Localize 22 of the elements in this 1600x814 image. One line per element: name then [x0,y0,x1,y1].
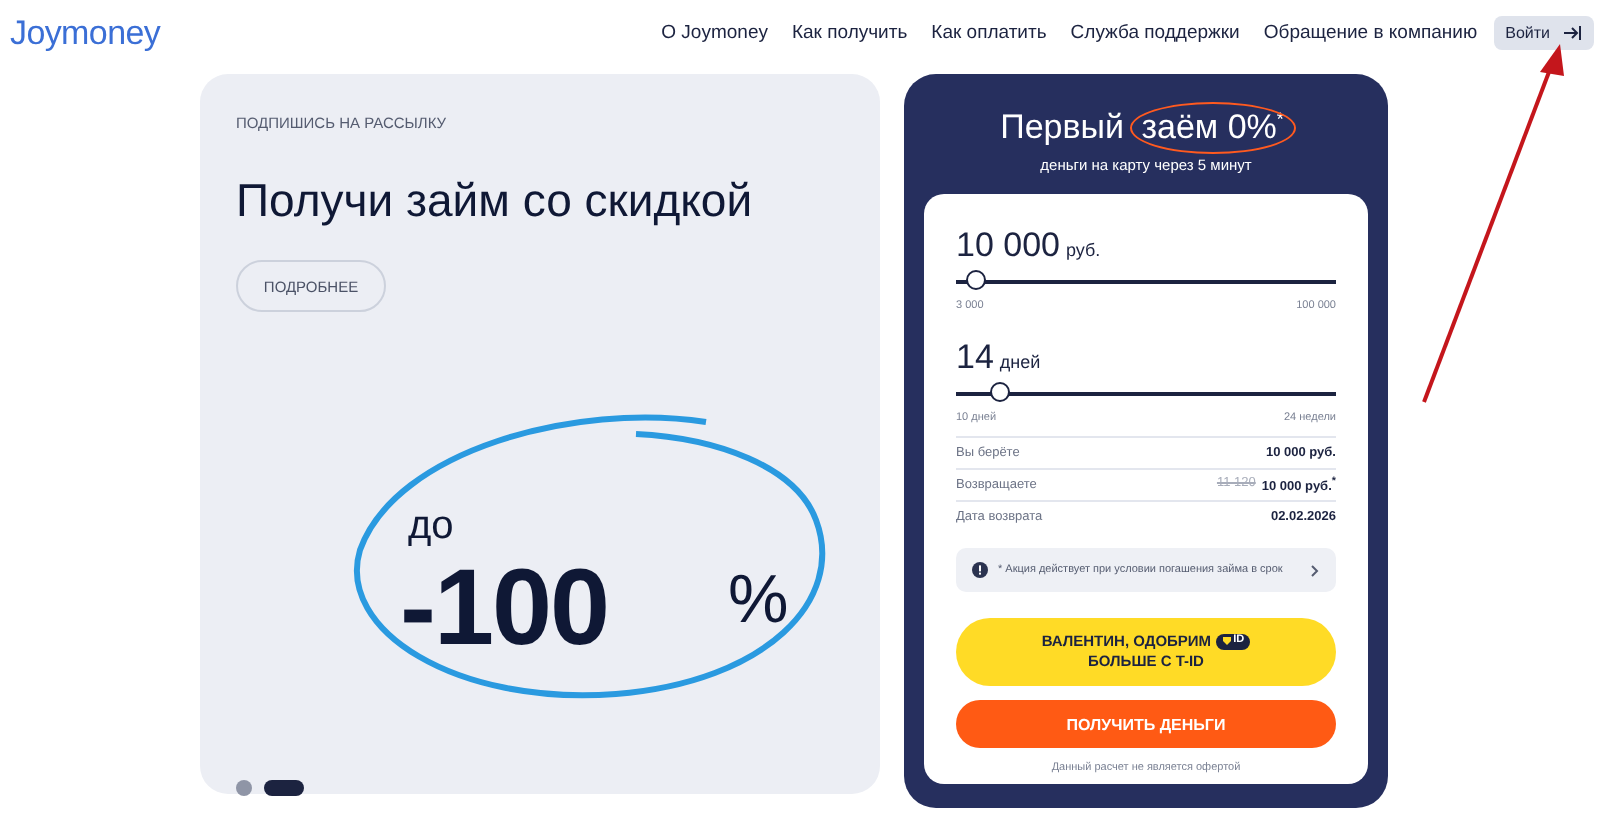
slider-value: 14 [956,338,994,378]
chevron-icon [1310,563,1320,577]
nav-link[interactable]: Как оплатить [931,22,1047,44]
nav-link[interactable]: Служба поддержки [1070,22,1240,44]
info-icon [972,562,988,578]
logo[interactable]: Joymoney [10,13,161,53]
nav-link[interactable]: Обращение в компанию [1263,22,1478,44]
promo-unit: % [728,566,789,634]
nav-link[interactable]: Как получить [791,22,908,44]
slider-unit: руб. [1066,240,1101,260]
carousel-dot[interactable] [236,780,252,796]
slider-thumb[interactable] [989,382,1010,402]
login-button[interactable]: Войти [1493,16,1594,50]
promo-value: -100 [400,554,609,662]
nav-link[interactable]: О Joymoney [661,22,768,44]
promo-prefix: до [408,506,454,546]
login-icon [1562,24,1582,42]
slider-thumb[interactable] [966,270,987,290]
calculator-title: Первый [1000,108,1124,146]
promo-title: Получи займ со скидкой [236,174,755,228]
slider-unit: дней [999,352,1041,372]
slider-value: 10 000 [956,226,1060,266]
